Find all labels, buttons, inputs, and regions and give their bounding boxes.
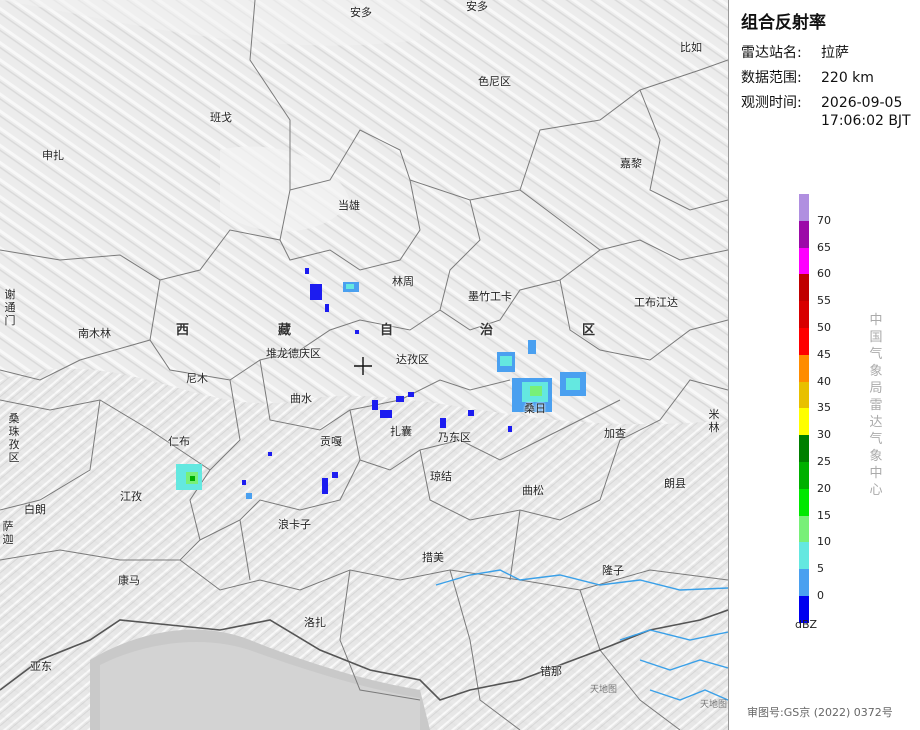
place-label: 扎囊 xyxy=(390,425,412,438)
region-name-char: 区 xyxy=(582,323,596,338)
place-label: 桑珠孜区 xyxy=(8,412,20,464)
legend-swatch xyxy=(799,515,809,543)
place-label: 班戈 xyxy=(210,111,232,124)
legend-swatch xyxy=(799,408,809,436)
legend-swatch xyxy=(799,220,809,248)
place-label: 琼结 xyxy=(430,470,452,483)
legend-swatch xyxy=(799,274,809,302)
place-label: 隆子 xyxy=(602,564,624,577)
legend-swatch xyxy=(799,461,809,489)
legend-label: 70 xyxy=(817,213,831,227)
place-label: 洛扎 xyxy=(304,616,326,629)
place-label: 浪卡子 xyxy=(278,518,311,531)
place-label: 谢通门 xyxy=(4,288,16,327)
station-row: 雷达站名: 拉萨 xyxy=(741,42,849,62)
legend-swatch xyxy=(799,354,809,382)
place-label: 申扎 xyxy=(42,149,64,162)
legend-label: 35 xyxy=(817,401,831,415)
station-value: 拉萨 xyxy=(821,45,849,61)
legend-swatch xyxy=(799,194,809,221)
legend-swatch xyxy=(799,247,809,275)
time-clock: 17:06:02 BJT xyxy=(821,113,911,129)
place-label: 措美 xyxy=(422,551,444,564)
legend-label: 40 xyxy=(817,374,831,388)
dbz-color-legend xyxy=(799,194,809,623)
range-row: 数据范围: 220 km xyxy=(741,67,874,87)
place-label: 加查 xyxy=(604,427,626,440)
legend-label: 65 xyxy=(817,240,831,254)
time-row: 观测时间: 2026-09-05 xyxy=(741,92,902,112)
place-label: 萨迦 xyxy=(2,520,14,546)
place-label: 康马 xyxy=(118,574,140,587)
legend-label: 0 xyxy=(817,589,824,602)
legend-label: 30 xyxy=(817,428,831,442)
radar-station-crosshair-icon xyxy=(354,357,372,375)
legend-label: 55 xyxy=(817,294,831,308)
legend-swatch xyxy=(799,542,809,570)
place-label: 比如 xyxy=(680,41,702,54)
place-label: 当雄 xyxy=(338,199,360,212)
place-label: 江孜 xyxy=(120,490,142,503)
region-name-char: 自 xyxy=(380,323,394,338)
place-label: 亚东 xyxy=(30,660,52,673)
legend-swatch xyxy=(799,381,809,409)
region-name-char: 藏 xyxy=(278,323,292,338)
place-label: 桑日 xyxy=(524,402,546,415)
legend-label: 15 xyxy=(817,508,831,522)
region-name-char: 西 xyxy=(176,323,190,338)
time-label: 观测时间: xyxy=(741,95,802,111)
legend-swatch xyxy=(799,488,809,516)
radar-map[interactable]: 西 藏 自 治 区 安多 安多 色尼区 比如 班戈 申扎 嘉黎 当雄 林周 墨竹… xyxy=(0,0,728,730)
legend-swatch xyxy=(799,301,809,328)
product-title: 组合反射率 xyxy=(741,13,826,33)
place-label: 错那 xyxy=(540,665,562,678)
time-date: 2026-09-05 xyxy=(821,95,903,111)
basemap-watermark: 天地图 xyxy=(590,685,618,695)
organization-text: 中国气象局雷达气象中心 xyxy=(869,313,883,498)
place-label: 尼木 xyxy=(186,372,208,385)
place-label: 嘉黎 xyxy=(620,157,642,170)
legend-swatch xyxy=(799,327,809,355)
place-label: 曲水 xyxy=(290,392,312,405)
legend-label: 25 xyxy=(817,455,831,468)
legend-swatch xyxy=(799,435,809,462)
legend-label: 50 xyxy=(817,321,831,334)
legend-swatch xyxy=(799,569,809,596)
legend-label: 10 xyxy=(817,535,831,549)
region-name-char: 治 xyxy=(480,323,494,338)
place-label: 米林 xyxy=(708,408,720,434)
place-label: 仁布 xyxy=(168,435,190,448)
place-label: 色尼区 xyxy=(478,75,511,88)
basemap-watermark: 天地图 xyxy=(700,700,728,710)
place-label: 乃东区 xyxy=(438,431,471,444)
place-label: 南木林 xyxy=(78,327,111,340)
place-label: 达孜区 xyxy=(396,353,429,366)
legend-label: 20 xyxy=(817,481,831,495)
place-label: 墨竹工卡 xyxy=(468,290,512,303)
place-label: 贡嘎 xyxy=(320,435,342,448)
place-label: 曲松 xyxy=(522,484,544,497)
review-number: 审图号:GS京 (2022) 0372号 xyxy=(747,706,893,719)
place-label: 安多 xyxy=(466,0,488,13)
range-value: 220 km xyxy=(821,70,874,86)
place-label: 朗县 xyxy=(664,477,686,490)
place-label: 堆龙德庆区 xyxy=(266,347,321,360)
place-label: 工布江达 xyxy=(634,296,678,309)
legend-label: 60 xyxy=(817,267,831,281)
legend-unit: dBZ xyxy=(795,618,818,631)
legend-label: 5 xyxy=(817,562,824,576)
place-label: 林周 xyxy=(392,275,414,288)
place-label: 安多 xyxy=(350,6,372,19)
info-panel: 组合反射率 雷达站名: 拉萨 数据范围: 220 km 观测时间: 2026-09-0… xyxy=(728,0,920,730)
place-label: 白朗 xyxy=(24,503,46,516)
legend-label: 45 xyxy=(817,347,831,361)
range-label: 数据范围: xyxy=(741,70,802,86)
station-label: 雷达站名: xyxy=(741,45,802,61)
